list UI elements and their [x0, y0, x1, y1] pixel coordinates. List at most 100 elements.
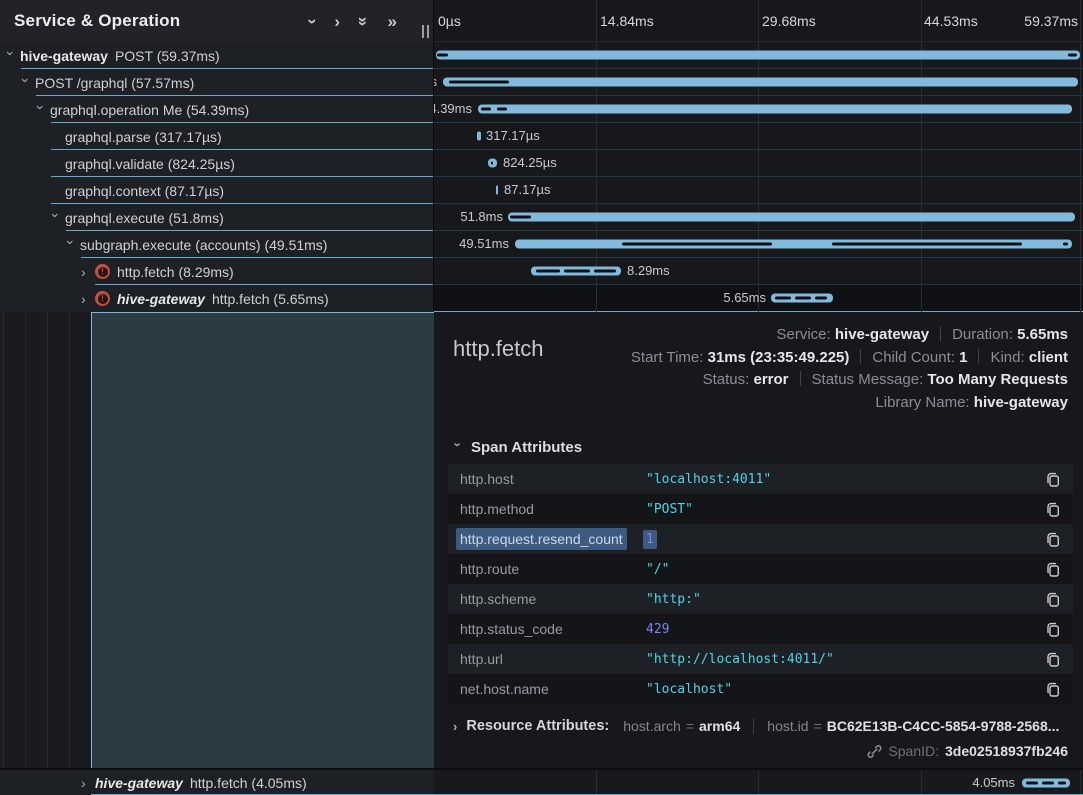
child-span-marker [1058, 781, 1066, 784]
attribute-key: net.host.name [460, 681, 646, 697]
attribute-key: http.host [460, 471, 646, 487]
tree-row[interactable]: › graphql.execute (51.8ms) [0, 204, 433, 231]
copy-icon[interactable] [1045, 651, 1061, 668]
attribute-row[interactable]: http.host "localhost:4011" [448, 464, 1073, 494]
time-tick: 29.68ms [762, 0, 816, 42]
tree-row[interactable]: › graphql.operation Me (54.39ms) [0, 96, 433, 123]
attribute-value: "http://localhost:4011/" [646, 652, 1045, 667]
row-divider [51, 122, 433, 123]
expand-one-icon[interactable]: › [334, 13, 340, 30]
span-bar[interactable] [478, 105, 1072, 114]
duration-label: 49.51ms [459, 231, 509, 257]
resource-attr-key: host.id [767, 718, 808, 734]
attribute-row[interactable]: http.url "http://localhost:4011/" [448, 644, 1073, 674]
duration-label: 57.57ms [434, 69, 437, 95]
timeline-row-selected[interactable]: 5.65ms [434, 285, 1083, 312]
chevron-down-icon[interactable]: › [66, 237, 80, 253]
gridline [596, 0, 597, 41]
link-icon[interactable] [867, 744, 882, 759]
row-divider [51, 176, 433, 177]
indent-guide [69, 312, 70, 795]
chevron-down-icon[interactable]: › [51, 210, 65, 226]
resource-attributes-row[interactable]: › Resource Attributes: host.arch = arm64… [453, 718, 1068, 734]
chevron-down-icon[interactable]: › [21, 75, 35, 91]
child-span-marker [775, 297, 791, 300]
span-detail-panel: http.fetch Service: hive-gatewayDuration… [434, 312, 1083, 768]
copy-icon[interactable] [1045, 681, 1061, 698]
copy-icon[interactable] [1045, 561, 1061, 578]
tree-row-root[interactable]: › hive-gateway POST (59.37ms) [0, 42, 433, 69]
span-attributes-header[interactable]: › Span Attributes [453, 439, 1068, 456]
chevron-right-icon[interactable]: › [81, 264, 95, 280]
attribute-row[interactable]: http.route "/" [448, 554, 1073, 584]
span-bar[interactable] [477, 132, 481, 141]
timeline-header: 0µs 14.84ms 29.68ms 44.53ms 59.37ms [434, 0, 1083, 42]
attribute-value: "POST" [646, 502, 1045, 517]
attribute-row[interactable]: http.method "POST" [448, 494, 1073, 524]
tree-header: Service & Operation › › » » [0, 0, 433, 42]
span-label: http.fetch (4.05ms) [190, 775, 307, 791]
gridline [758, 770, 759, 795]
span-bar[interactable] [496, 186, 498, 195]
span-id-value: 3de02518937fb246 [945, 743, 1068, 759]
attribute-row[interactable]: http.scheme "http:" [448, 584, 1073, 614]
span-id-row: SpanID: 3de02518937fb246 [453, 743, 1068, 759]
attribute-row-selected[interactable]: http.request.resend_count 1 [448, 524, 1073, 554]
tree-row[interactable]: › hive-gateway http.fetch (4.05ms) [0, 768, 434, 795]
copy-icon[interactable] [1045, 471, 1061, 488]
collapse-all-icon[interactable]: » [355, 16, 372, 25]
timeline-rows: 59.37ms 57.57ms 54.39ms 317.17µs 824.25µ [434, 42, 1083, 312]
copy-icon[interactable] [1045, 591, 1061, 608]
span-label: http.fetch (5.65ms) [212, 291, 329, 307]
resource-attr-value: arm64 [699, 718, 740, 734]
chevron-right-icon[interactable]: › [81, 775, 95, 791]
gridline [1080, 42, 1081, 312]
span-label: subgraph.execute (accounts) (49.51ms) [80, 237, 327, 253]
tree-row-selected[interactable]: › ! hive-gateway http.fetch (5.65ms) [0, 285, 433, 312]
span-bar[interactable] [443, 78, 1078, 87]
copy-icon[interactable] [1045, 531, 1061, 548]
child-span-marker [437, 54, 448, 57]
selected-span-expanded-region[interactable] [91, 312, 434, 768]
tree-row[interactable]: graphql.validate (824.25µs) [0, 150, 433, 177]
span-label: http.fetch (8.29ms) [117, 264, 234, 280]
span-bar[interactable] [508, 213, 1075, 222]
duration-label: 87.17µs [504, 177, 551, 203]
tree-row[interactable]: › subgraph.execute (accounts) (49.51ms) [0, 231, 433, 258]
child-span-marker [510, 216, 531, 219]
collapse-one-icon[interactable]: › [304, 18, 321, 24]
span-attributes-table: http.host "localhost:4011" http.method "… [448, 464, 1073, 704]
detail-meta: Service: hive-gatewayDuration: 5.65ms St… [631, 324, 1068, 414]
copy-icon[interactable] [1045, 501, 1061, 518]
span-label: graphql.context (87.17µs) [65, 183, 224, 199]
attribute-key: http.request.resend_count [460, 531, 646, 547]
child-span-marker [1042, 781, 1054, 784]
span-label: graphql.parse (317.17µs) [65, 129, 222, 145]
tree-row[interactable]: graphql.parse (317.17µs) [0, 123, 433, 150]
tree-row[interactable]: graphql.context (87.17µs) [0, 177, 433, 204]
service-name: hive-gateway [95, 775, 183, 791]
row-divider [21, 68, 433, 69]
expand-all-icon[interactable]: » [388, 13, 397, 30]
meta-line: Status: errorStatus Message: Too Many Re… [631, 369, 1068, 392]
panel-resize-handle[interactable] [422, 25, 429, 38]
attribute-value: 429 [646, 622, 1045, 637]
gridline [921, 0, 922, 41]
service-name: hive-gateway [117, 291, 205, 307]
meta-line: Start Time: 31ms (23:35:49.225)Child Cou… [631, 347, 1068, 370]
chevron-down-icon[interactable]: › [36, 102, 50, 118]
span-bar[interactable] [436, 51, 1080, 60]
copy-icon[interactable] [1045, 621, 1061, 638]
chevron-right-icon[interactable]: › [81, 291, 95, 307]
timeline-bottom-row[interactable]: 4.05ms [434, 768, 1083, 795]
tree-row[interactable]: › POST /graphql (57.57ms) [0, 69, 433, 96]
attribute-row[interactable]: net.host.name "localhost" [448, 674, 1073, 704]
tree-row[interactable]: › ! http.fetch (8.29ms) [0, 258, 433, 285]
time-tick: 0µs [438, 0, 461, 42]
indent-guide [47, 312, 48, 795]
attribute-row[interactable]: http.status_code 429 [448, 614, 1073, 644]
duration-label: 5.65ms [723, 285, 766, 311]
time-tick: 14.84ms [600, 0, 654, 42]
chevron-down-icon[interactable]: › [6, 48, 20, 64]
span-label: graphql.operation Me (54.39ms) [50, 102, 249, 118]
